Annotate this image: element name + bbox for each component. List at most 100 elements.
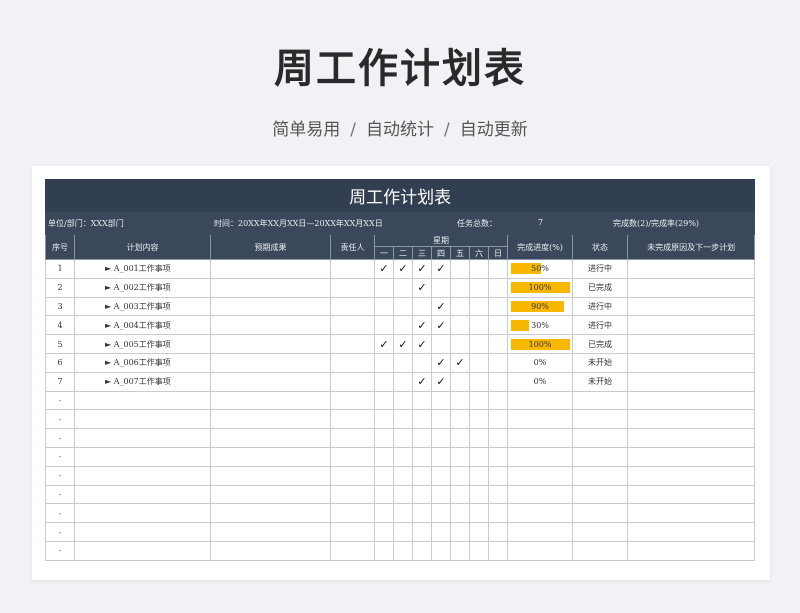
col-day: 五: [450, 246, 470, 260]
empty-cell: [330, 409, 375, 430]
empty-cell: [507, 446, 573, 467]
row-status: 进行中: [572, 259, 628, 279]
empty-cell: [431, 465, 451, 486]
day-cell: [450, 315, 470, 336]
day-cell: [469, 352, 489, 373]
row-content: ► A_003工作事项: [74, 296, 211, 317]
empty-cell: [412, 484, 432, 505]
empty-cell: [210, 409, 331, 430]
day-cell: ✓: [412, 259, 432, 279]
empty-cell: [74, 446, 211, 467]
row-owner: [330, 315, 375, 336]
empty-row: -: [45, 540, 756, 561]
empty-cell: [412, 446, 432, 467]
progress-cell: 30%: [507, 315, 573, 336]
empty-cell: [488, 409, 508, 430]
hero-sub-part: 简单易用: [272, 120, 341, 140]
empty-cell: [431, 446, 451, 467]
empty-row: -: [45, 522, 756, 542]
check-icon: ✓: [436, 262, 446, 276]
day-cell: [488, 352, 508, 373]
day-cell: [431, 277, 451, 298]
progress-cell: 100%: [507, 277, 573, 298]
empty-cell: [450, 446, 470, 467]
task-total-label: 任务总数：: [457, 219, 497, 228]
empty-cell: [450, 465, 470, 486]
empty-cell: [74, 390, 211, 411]
check-icon: ✓: [417, 281, 427, 295]
day-cell: [374, 315, 394, 336]
check-icon: ✓: [379, 262, 389, 276]
empty-cell: [330, 390, 375, 411]
day-cell: [450, 371, 470, 392]
empty-cell: [393, 428, 413, 448]
empty-cell: [330, 540, 375, 561]
row-status: 未开始: [572, 371, 628, 392]
day-cell: [469, 315, 489, 336]
row-index: 2: [45, 277, 75, 298]
progress-cell: 50%: [507, 259, 573, 279]
info-bar: 单位/部门：XXX部门 时间：20XX年XX月XX日—20XX年XX月XX日 任…: [44, 211, 756, 235]
empty-cell: [393, 446, 413, 467]
progress-label: 30%: [531, 320, 549, 330]
empty-cell: [210, 390, 331, 411]
table-row: 5 ► A_005工作事项 ✓ ✓ ✓ 100% 已完成: [45, 334, 756, 354]
row-result: [210, 315, 331, 336]
empty-cell: [412, 540, 432, 561]
empty-cell: [507, 540, 573, 561]
empty-cell: [431, 540, 451, 561]
empty-cell: [412, 428, 432, 448]
day-cell: [488, 277, 508, 298]
col-day: 三: [412, 246, 432, 260]
empty-cell: [74, 465, 211, 486]
empty-cell: [431, 503, 451, 524]
col-content: 计划内容: [74, 234, 211, 260]
check-icon: ✓: [417, 375, 427, 389]
check-icon: ✓: [455, 356, 465, 370]
empty-row: -: [45, 465, 756, 486]
empty-cell: [507, 465, 573, 486]
empty-cell: [572, 465, 628, 486]
empty-cell: [450, 390, 470, 411]
empty-cell: [626, 503, 756, 524]
row-index: -: [45, 428, 75, 448]
day-cell: ✓: [412, 277, 432, 298]
empty-cell: [469, 465, 489, 486]
hero-title: 周工作计划表: [274, 46, 526, 92]
empty-cell: [412, 503, 432, 524]
empty-row: -: [45, 428, 756, 448]
day-cell: ✓: [393, 334, 413, 354]
empty-cell: [450, 540, 470, 561]
day-cell: ✓: [374, 334, 394, 354]
day-cell: [393, 315, 413, 336]
day-cell: [488, 296, 508, 317]
empty-cell: [488, 540, 508, 561]
row-index: 6: [45, 352, 75, 373]
check-icon: ✓: [417, 318, 427, 332]
row-content: ► A_001工作事项: [74, 259, 211, 279]
empty-cell: [74, 540, 211, 561]
empty-cell: [507, 503, 573, 524]
row-index: 3: [45, 296, 75, 317]
empty-cell: [488, 484, 508, 505]
col-day: 一: [374, 246, 394, 260]
empty-cell: [488, 428, 508, 448]
row-index: 4: [45, 315, 75, 336]
empty-cell: [469, 446, 489, 467]
day-cell: ✓: [431, 259, 451, 279]
day-cell: [393, 371, 413, 392]
empty-cell: [626, 540, 756, 561]
row-reason: [626, 259, 756, 279]
empty-cell: [74, 522, 211, 542]
row-status: 已完成: [572, 277, 628, 298]
spreadsheet-preview: 周工作计划表 单位/部门：XXX部门 时间：20XX年XX月XX日—20XX年X…: [32, 166, 770, 580]
day-cell: ✓: [374, 259, 394, 279]
row-result: [210, 334, 331, 354]
row-status: 已完成: [572, 334, 628, 354]
row-status: 进行中: [572, 296, 628, 317]
day-cell: [412, 352, 432, 373]
hero-sub-part: 自动统计: [366, 120, 434, 140]
row-owner: [330, 352, 375, 373]
empty-cell: [507, 390, 573, 411]
progress-label: 100%: [528, 283, 552, 293]
